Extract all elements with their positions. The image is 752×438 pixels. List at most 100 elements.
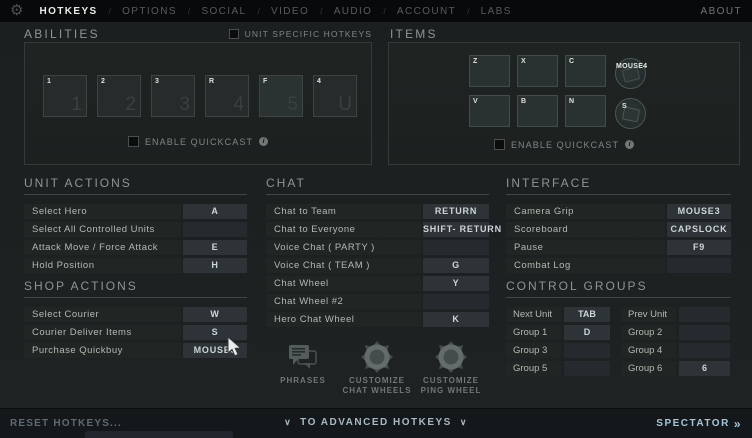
double-chevron-right-icon: » (733, 416, 742, 431)
action-label: Group 1 (506, 325, 561, 340)
ability-slot-5[interactable]: F 5 (259, 75, 303, 117)
hotkey-row: Attack Move / Force Attack E (24, 240, 247, 255)
keybind-button[interactable] (564, 343, 610, 358)
keybind-button[interactable]: MOUSE3 (667, 204, 731, 219)
customize-ping-wheel-button[interactable]: CUSTOMIZE PING WHEEL (414, 338, 488, 396)
item-slot-5[interactable]: B (517, 95, 558, 127)
item-slot-3[interactable]: C (565, 55, 606, 87)
chat-button-label-line1: CUSTOMIZE (349, 376, 405, 385)
keybind-button[interactable]: D (564, 325, 610, 340)
tab-audio[interactable]: AUDIO (334, 6, 373, 17)
abilities-panel: 1 1 2 2 3 3 R 4 F 5 4 U ENABLE QUICKCAST… (24, 42, 372, 165)
spectator-button[interactable]: SPECTATOR » (656, 416, 742, 431)
keybind-button[interactable]: RETURN (423, 204, 489, 219)
tab-options[interactable]: OPTIONS (122, 6, 177, 17)
action-label: Group 2 (621, 325, 676, 340)
action-label: Chat Wheel (266, 276, 421, 291)
nav-about[interactable]: ABOUT (701, 6, 742, 17)
unit-specific-hotkeys-checkbox[interactable] (228, 29, 239, 39)
info-icon[interactable]: i (259, 137, 269, 146)
customize-chat-wheels-button[interactable]: CUSTOMIZE CHAT WHEELS (340, 338, 414, 396)
tab-video[interactable]: VIDEO (271, 6, 309, 17)
keybind-button[interactable] (183, 222, 247, 237)
action-label: Group 3 (506, 343, 561, 358)
action-label: Hold Position (24, 258, 181, 273)
tab-account[interactable]: ACCOUNT (397, 6, 456, 17)
hotkey-row: Chat Wheel Y (266, 276, 489, 291)
keybind-button[interactable] (679, 343, 730, 358)
ability-slot-number: 5 (287, 94, 298, 115)
info-icon[interactable]: i (625, 140, 635, 149)
action-label: Prev Unit (621, 307, 676, 322)
chat-wheel-icon (359, 338, 395, 376)
abilities-quickcast-checkbox[interactable] (127, 136, 139, 147)
items-quickcast-option[interactable]: ENABLE QUICKCAST i (493, 139, 635, 150)
keybind-button[interactable] (679, 307, 730, 322)
ability-slot-number: U (338, 94, 352, 115)
keybind-button[interactable]: H (183, 258, 247, 273)
hotkey-row: Chat Wheel #2 (266, 294, 489, 309)
chevron-down-icon: ∨ (459, 417, 468, 427)
unit-specific-hotkeys-option[interactable]: UNIT SPECIFIC HOTKEYS (228, 29, 372, 39)
keybind-button[interactable]: TAB (564, 307, 610, 322)
abilities-quickcast-label: ENABLE QUICKCAST (144, 136, 254, 147)
keybind-button[interactable] (667, 258, 731, 273)
ability-hotkey: 4 (317, 78, 321, 85)
keybind-button[interactable] (679, 325, 730, 340)
hotkey-row: Hero Chat Wheel K (266, 312, 489, 327)
ability-slot-3[interactable]: 3 3 (151, 75, 195, 117)
keybind-button[interactable] (423, 240, 489, 255)
item-slot-6[interactable]: N (565, 95, 606, 127)
item-slot-4[interactable]: V (469, 95, 510, 127)
tab-separator: / (467, 6, 470, 16)
settings-gear-icon[interactable]: ⚙ (10, 0, 23, 22)
keybind-button[interactable]: E (183, 240, 247, 255)
interface-title: INTERFACE (506, 176, 731, 195)
ability-slot-6[interactable]: 4 U (313, 75, 357, 117)
item-slot-1[interactable]: Z (469, 55, 510, 87)
keybind-button[interactable]: A (183, 204, 247, 219)
action-label: Voice Chat ( TEAM ) (266, 258, 421, 273)
ability-slot-number: 3 (179, 94, 190, 115)
hotkey-row: Scoreboard CAPSLOCK (506, 222, 731, 237)
hotkey-row: Voice Chat ( TEAM ) G (266, 258, 489, 273)
reset-hotkeys-button[interactable]: RESET HOTKEYS... (10, 418, 122, 429)
top-nav-bar: ⚙ HOTKEYS / OPTIONS / SOCIAL / VIDEO / A… (0, 0, 752, 22)
chat-button-label-line2: CHAT WHEELS (342, 386, 412, 395)
action-label: Group 4 (621, 343, 676, 358)
keybind-button[interactable]: CAPSLOCK (667, 222, 731, 237)
hotkey-row: Chat to Team RETURN (266, 204, 489, 219)
ability-slot-2[interactable]: 2 2 (97, 75, 141, 117)
keybind-button[interactable]: G (423, 258, 489, 273)
phrases-button[interactable]: PHRASES (266, 338, 340, 396)
abilities-quickcast-option[interactable]: ENABLE QUICKCAST i (127, 136, 269, 147)
spectator-label: SPECTATOR (656, 418, 730, 429)
hotkey-row: Select Courier W (24, 307, 247, 322)
ability-slot-1[interactable]: 1 1 (43, 75, 87, 117)
control-group-row: Group 1 D Group 2 (506, 325, 731, 340)
item-hotkey: Z (473, 58, 478, 65)
keybind-button[interactable]: F9 (667, 240, 731, 255)
tab-hotkeys[interactable]: HOTKEYS (39, 6, 97, 17)
action-label: Hero Chat Wheel (266, 312, 421, 327)
keybind-button[interactable]: K (423, 312, 489, 327)
tab-social[interactable]: SOCIAL (201, 6, 246, 17)
keybind-button[interactable]: W (183, 307, 247, 322)
hotkey-row: Voice Chat ( PARTY ) (266, 240, 489, 255)
tab-labs[interactable]: LABS (481, 6, 512, 17)
keybind-button[interactable] (423, 294, 489, 309)
chat-button-label-line1: CUSTOMIZE (423, 376, 479, 385)
items-quickcast-checkbox[interactable] (493, 139, 505, 150)
to-advanced-hotkeys-button[interactable]: ∨ TO ADVANCED HOTKEYS ∨ (284, 417, 468, 428)
tp-scroll-slot[interactable]: MOUSE4 (615, 58, 647, 89)
ability-slot-4[interactable]: R 4 (205, 75, 249, 117)
action-label: Scoreboard (506, 222, 665, 237)
neutral-item-slot[interactable]: S (615, 98, 646, 129)
item-slot-2[interactable]: X (517, 55, 558, 87)
keybind-button[interactable] (564, 361, 610, 376)
keybind-button[interactable]: Y (423, 276, 489, 291)
keybind-button[interactable]: SHIFT- RETURN (423, 222, 501, 237)
item-hotkey: C (569, 58, 575, 65)
keybind-button[interactable]: 6 (679, 361, 730, 376)
item-hotkey: V (473, 98, 478, 105)
